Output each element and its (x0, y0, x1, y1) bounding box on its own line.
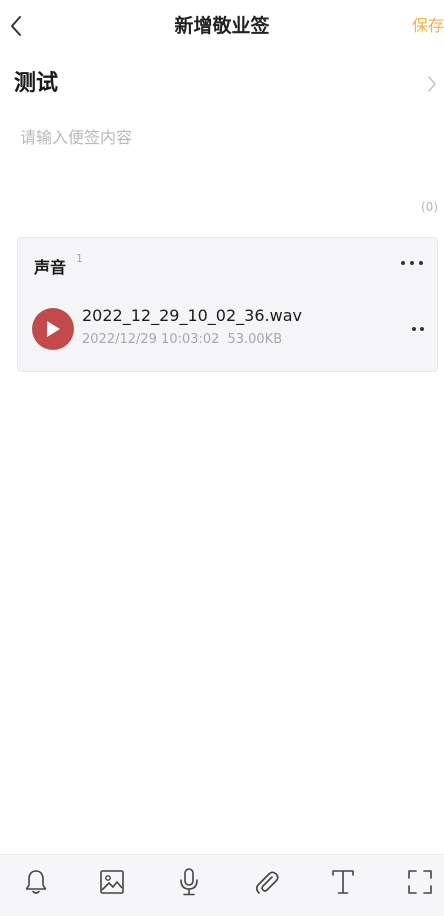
image-icon[interactable] (96, 866, 128, 898)
page-title: 新增敬业签 (174, 15, 270, 37)
card-label: 声音 (34, 258, 67, 277)
audio-file-name: 2022_12_29_10_02_36.wav (82, 306, 302, 325)
play-icon (47, 321, 60, 337)
back-button[interactable] (4, 12, 28, 40)
bottom-toolbar (0, 854, 444, 916)
bell-icon[interactable] (20, 866, 52, 898)
microphone-icon[interactable] (173, 866, 205, 898)
chevron-left-icon (11, 16, 21, 36)
card-count: 1 (76, 252, 83, 265)
header: 新增敬业签 保存 (0, 0, 444, 52)
more-horizontal-icon[interactable] (401, 258, 423, 268)
audio-timestamp: 2022/12/29 10:03:02 (82, 332, 220, 347)
note-content-input[interactable] (18, 120, 432, 154)
more-dots-icon[interactable] (412, 326, 424, 332)
text-format-icon[interactable] (327, 866, 359, 898)
note-title-row[interactable]: 测试 (0, 62, 444, 106)
note-title: 测试 (14, 71, 59, 96)
audio-file-meta: 2022/12/29 10:03:02 53.00KB (82, 332, 282, 347)
char-count: (0) (421, 200, 438, 214)
paperclip-icon[interactable] (250, 866, 282, 898)
save-button[interactable]: 保存 (412, 0, 444, 52)
sound-attachments-card: 声音 1 2022_12_29_10_02_36.wav 2022/12/29 … (17, 237, 438, 372)
audio-item[interactable]: 2022_12_29_10_02_36.wav 2022/12/29 10:03… (30, 306, 428, 354)
audio-size: 53.00KB (227, 332, 283, 347)
fullscreen-icon[interactable] (404, 866, 436, 898)
play-button[interactable] (32, 308, 74, 350)
chevron-right-icon (424, 74, 440, 94)
